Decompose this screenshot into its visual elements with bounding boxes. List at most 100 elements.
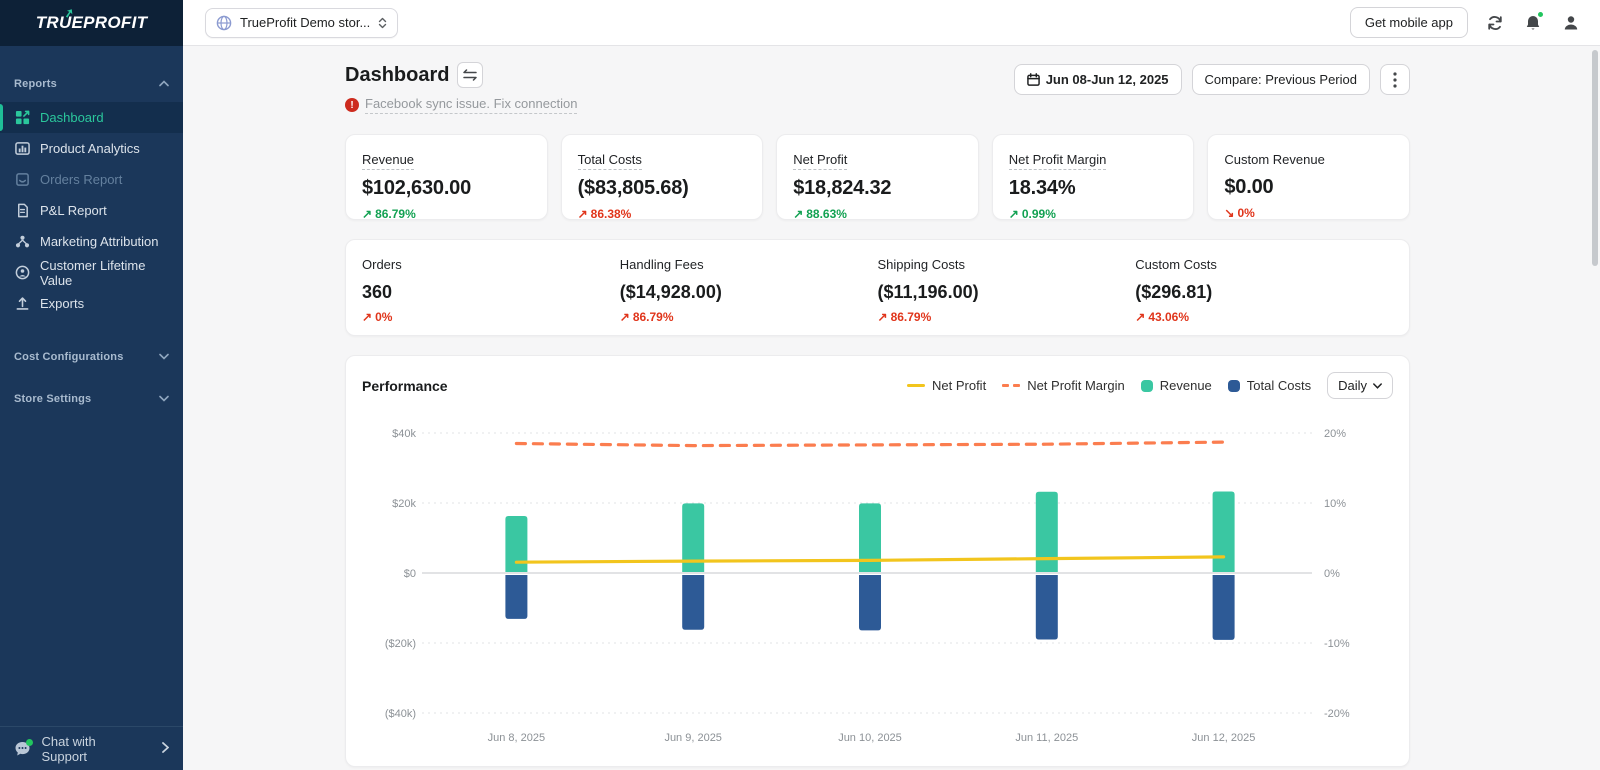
get-mobile-app-button[interactable]: Get mobile app (1350, 7, 1468, 38)
compare-period-button[interactable]: Compare: Previous Period (1192, 64, 1370, 95)
page-scrollbar[interactable] (1592, 50, 1598, 266)
performance-chart-card: Performance Net Profit Net Profit Margin… (345, 355, 1410, 767)
notifications-bell-icon[interactable] (1522, 12, 1544, 34)
dashboard-grid-icon (14, 110, 30, 126)
sidebar-item-marketing-attribution[interactable]: Marketing Attribution (0, 226, 183, 257)
secondary-metrics-card: Orders 360 ↗0% Handling Fees ($14,928.00… (345, 239, 1410, 336)
section-reports[interactable]: Reports (0, 72, 183, 96)
legend-net-profit[interactable]: Net Profit (907, 378, 986, 393)
bar-chart-icon (14, 141, 30, 157)
svg-text:Jun 12, 2025: Jun 12, 2025 (1192, 732, 1256, 744)
chevron-right-icon (162, 741, 169, 756)
chevron-down-icon (159, 351, 169, 363)
orders-receipt-icon (14, 172, 30, 188)
legend-net-profit-margin[interactable]: Net Profit Margin (1002, 378, 1125, 393)
customer-icon (14, 265, 30, 281)
online-dot (26, 739, 33, 746)
sidebar-item-dashboard[interactable]: Dashboard (0, 102, 183, 133)
kpi-value: ($83,805.68) (578, 177, 747, 200)
kpi-delta: ↘0% (1224, 206, 1393, 220)
dropdown-caret-icon (1373, 383, 1382, 389)
kpi-card-total-costs[interactable]: Total Costs ($83,805.68) ↗86.38% (561, 134, 764, 220)
facebook-sync-warning[interactable]: ! Facebook sync issue. Fix connection (345, 96, 577, 114)
refresh-icon[interactable] (1484, 12, 1506, 34)
chart-legend: Net Profit Net Profit Margin Revenue Tot… (907, 378, 1311, 393)
kpi-value: $102,630.00 (362, 177, 531, 200)
kpi-row: Revenue $102,630.00 ↗86.79% Total Costs … (345, 134, 1410, 220)
metric-shipping-costs[interactable]: Shipping Costs ($11,196.00) ↗86.79% (878, 256, 1136, 319)
square-swatch (1141, 380, 1153, 392)
interval-dropdown[interactable]: Daily (1327, 372, 1393, 399)
chat-bubble-icon (14, 741, 32, 757)
sidebar-item-product-analytics[interactable]: Product Analytics (0, 133, 183, 164)
legend-revenue[interactable]: Revenue (1141, 378, 1212, 393)
sidebar-nav: Reports Dashboard Product Analytics Orde… (0, 46, 183, 726)
account-avatar-icon[interactable] (1560, 12, 1582, 34)
trend-up-icon: ↗ (620, 310, 630, 324)
svg-text:10%: 10% (1324, 498, 1346, 510)
trend-up-icon: ↗ (362, 310, 372, 324)
section-store-settings[interactable]: Store Settings (0, 387, 183, 411)
svg-text:Jun 11, 2025: Jun 11, 2025 (1015, 732, 1078, 744)
calendar-icon (1027, 73, 1040, 86)
date-range-button[interactable]: Jun 08-Jun 12, 2025 (1014, 64, 1182, 95)
kpi-delta: ↗86.38% (578, 207, 747, 221)
notification-dot (1537, 11, 1544, 18)
svg-text:-20%: -20% (1324, 708, 1350, 720)
svg-text:$40k: $40k (392, 428, 416, 440)
chevron-up-icon (159, 78, 169, 90)
dashed-swatch (1002, 384, 1020, 387)
chart-title: Performance (362, 378, 448, 394)
section-cost-configurations[interactable]: Cost Configurations (0, 345, 183, 369)
trend-up-icon: ↗ (578, 207, 588, 221)
logo-arrow-icon: ➚ (62, 5, 75, 21)
svg-text:20%: 20% (1324, 428, 1346, 440)
svg-text:-10%: -10% (1324, 638, 1350, 650)
svg-text:Jun 8, 2025: Jun 8, 2025 (488, 732, 546, 744)
svg-text:($40k): ($40k) (385, 708, 416, 720)
trueprofit-logo: TRU➚EPROFIT (36, 13, 148, 33)
export-upload-icon (14, 296, 30, 312)
kpi-card-custom-revenue[interactable]: Custom Revenue $0.00 ↘0% (1207, 134, 1410, 220)
swap-layout-icon[interactable] (457, 62, 483, 88)
trend-down-icon: ↘ (1224, 206, 1234, 220)
attribution-network-icon (14, 234, 30, 250)
trend-up-icon: ↗ (1009, 207, 1019, 221)
kpi-card-net-profit-margin[interactable]: Net Profit Margin 18.34% ↗0.99% (992, 134, 1195, 220)
page-header: Dashboard ! Facebook sync issue. Fix con… (345, 62, 1410, 114)
sidebar-item-orders-report[interactable]: Orders Report (0, 164, 183, 195)
performance-chart[interactable]: $40k20%$20k10%$00%($20k)-10%($40k)-20%Ju… (362, 413, 1393, 762)
kpi-card-net-profit[interactable]: Net Profit $18,824.32 ↗88.63% (776, 134, 979, 220)
globe-icon (216, 15, 232, 31)
sidebar-item-customer-lifetime-value[interactable]: Customer Lifetime Value (0, 257, 183, 288)
select-caret-icon (378, 17, 387, 29)
alert-icon: ! (345, 98, 359, 112)
trend-up-icon: ↗ (878, 310, 888, 324)
kpi-delta: ↗88.63% (793, 207, 962, 221)
chat-with-support[interactable]: Chat with Support (0, 726, 183, 770)
trend-up-icon: ↗ (793, 207, 803, 221)
kpi-value: 18.34% (1009, 177, 1178, 200)
line-swatch (907, 384, 925, 387)
store-selector[interactable]: TrueProfit Demo stor... (205, 8, 398, 38)
logo-area[interactable]: TRU➚EPROFIT (0, 0, 183, 46)
metric-orders[interactable]: Orders 360 ↗0% (362, 256, 620, 319)
more-options-kebab-icon[interactable] (1380, 64, 1410, 95)
legend-total-costs[interactable]: Total Costs (1228, 378, 1311, 393)
kpi-value: $18,824.32 (793, 177, 962, 200)
document-icon (14, 203, 30, 219)
svg-text:$0: $0 (404, 568, 416, 580)
svg-text:0%: 0% (1324, 568, 1340, 580)
kpi-delta: ↗86.79% (362, 207, 531, 221)
svg-text:Jun 10, 2025: Jun 10, 2025 (838, 732, 902, 744)
main-content: Dashboard ! Facebook sync issue. Fix con… (183, 46, 1600, 770)
kpi-card-revenue[interactable]: Revenue $102,630.00 ↗86.79% (345, 134, 548, 220)
metric-handling-fees[interactable]: Handling Fees ($14,928.00) ↗86.79% (620, 256, 878, 319)
svg-text:$20k: $20k (392, 498, 416, 510)
metric-custom-costs[interactable]: Custom Costs ($296.81) ↗43.06% (1135, 256, 1393, 319)
sidebar-item-exports[interactable]: Exports (0, 288, 183, 319)
kpi-value: $0.00 (1224, 176, 1393, 199)
sidebar-item-pl-report[interactable]: P&L Report (0, 195, 183, 226)
svg-text:Jun 9, 2025: Jun 9, 2025 (664, 732, 722, 744)
sidebar: TRU➚EPROFIT Reports Dashboard Product An… (0, 0, 183, 770)
